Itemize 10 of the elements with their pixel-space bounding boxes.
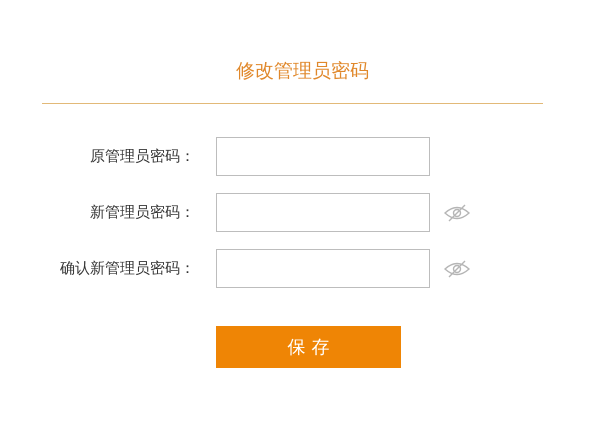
password-field[interactable] [216,193,430,232]
hidden-eye-icon[interactable] [444,204,470,222]
password-field[interactable] [216,249,430,288]
save-button[interactable]: 保 存 [216,326,401,368]
password-field[interactable] [216,137,430,176]
field-label: 确认新管理员密码： [59,259,195,278]
field-label: 新管理员密码： [89,203,195,222]
field-label: 原管理员密码： [89,147,195,166]
hidden-eye-icon[interactable] [444,260,470,278]
page-title: 修改管理员密码 [236,59,369,84]
